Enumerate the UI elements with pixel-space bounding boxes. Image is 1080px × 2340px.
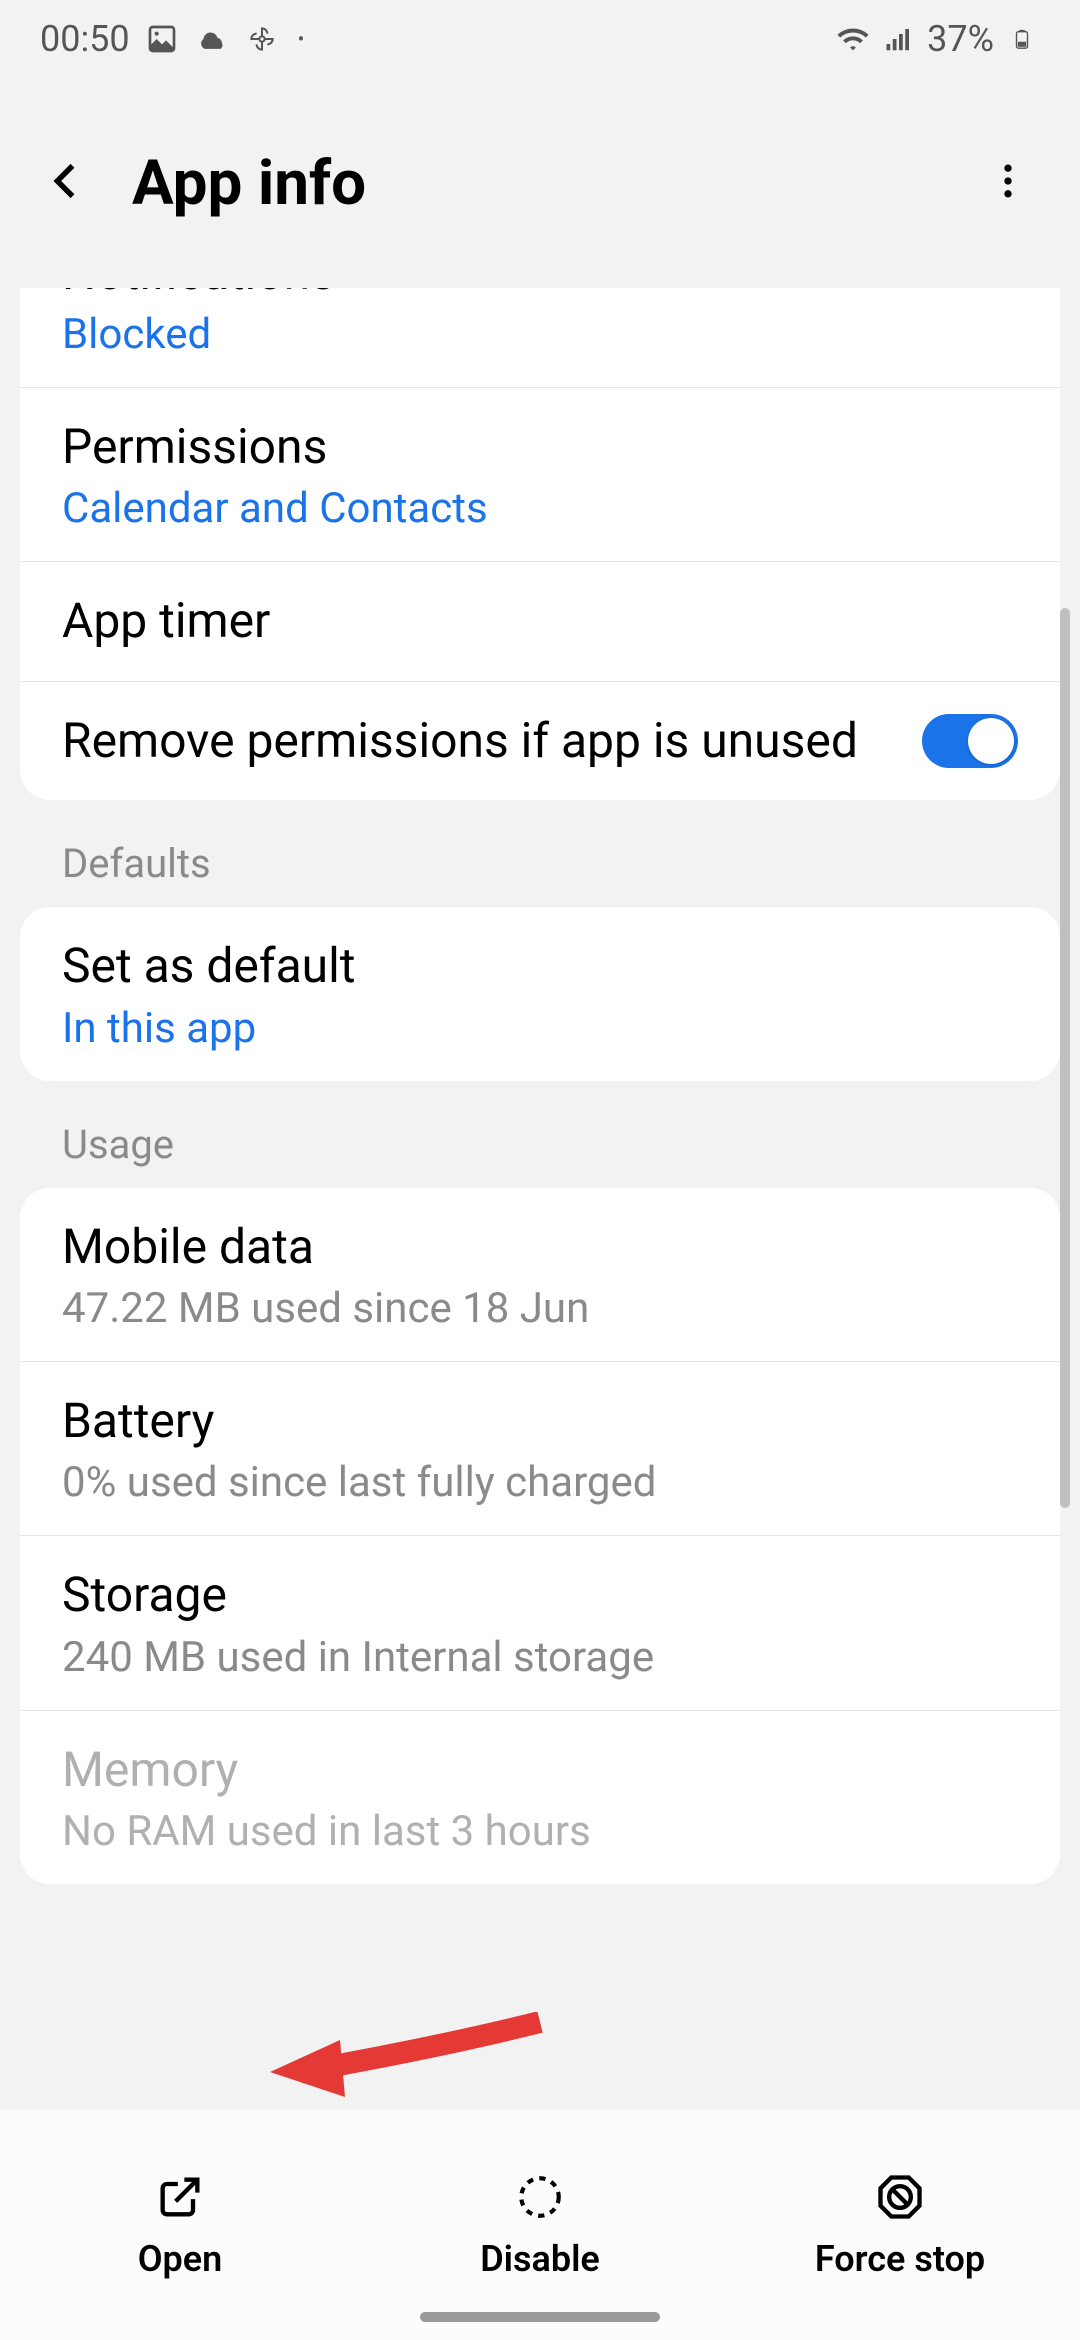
mobile-data-item[interactable]: Mobile data 47.22 MB used since 18 Jun <box>20 1188 1060 1362</box>
mobile-data-title: Mobile data <box>62 1216 1018 1278</box>
storage-sub: 240 MB used in Internal storage <box>62 1633 1018 1682</box>
more-options-button[interactable] <box>986 159 1030 207</box>
storage-item[interactable]: Storage 240 MB used in Internal storage <box>20 1536 1060 1710</box>
signal-icon <box>881 21 917 57</box>
app-header: App info <box>0 78 1080 288</box>
image-icon <box>144 21 180 57</box>
page-title: App info <box>132 147 366 220</box>
notifications-item[interactable]: Notifications Blocked <box>20 288 1060 388</box>
set-as-default-title: Set as default <box>62 935 1018 997</box>
wifi-icon <box>835 21 871 57</box>
disable-label: Disable <box>480 2238 600 2280</box>
battery-title: Battery <box>62 1390 1018 1452</box>
force-stop-label: Force stop <box>815 2238 985 2280</box>
permissions-title: Permissions <box>62 416 1018 478</box>
battery-icon <box>1004 21 1040 57</box>
back-button[interactable] <box>40 155 92 211</box>
force-stop-button[interactable]: Force stop <box>720 2110 1080 2340</box>
dot-icon: • <box>298 27 305 51</box>
bottom-action-bar: Open Disable Force stop <box>0 2110 1080 2340</box>
usage-section-header: Usage <box>0 1081 1080 1188</box>
disable-icon <box>513 2170 567 2224</box>
arrow-annotation <box>260 2012 560 2116</box>
open-label: Open <box>138 2238 223 2280</box>
disable-button[interactable]: Disable <box>360 2110 720 2340</box>
remove-permissions-item[interactable]: Remove permissions if app is unused <box>20 682 1060 800</box>
memory-sub: No RAM used in last 3 hours <box>62 1807 1018 1856</box>
status-bar: 00:50 • 37% <box>0 0 1080 78</box>
remove-permissions-toggle[interactable] <box>922 714 1018 768</box>
notifications-title: Notifications <box>62 288 1018 304</box>
nav-pill[interactable] <box>420 2312 660 2322</box>
set-as-default-item[interactable]: Set as default In this app <box>20 907 1060 1080</box>
memory-item[interactable]: Memory No RAM used in last 3 hours <box>20 1711 1060 1884</box>
memory-title: Memory <box>62 1739 1018 1801</box>
set-as-default-sub: In this app <box>62 1004 1018 1053</box>
status-time: 00:50 <box>40 18 130 60</box>
storage-title: Storage <box>62 1564 1018 1626</box>
scroll-indicator[interactable] <box>1060 608 1070 1508</box>
open-icon <box>153 2170 207 2224</box>
permissions-item[interactable]: Permissions Calendar and Contacts <box>20 388 1060 562</box>
defaults-section-header: Defaults <box>0 800 1080 907</box>
remove-permissions-title: Remove permissions if app is unused <box>62 710 922 772</box>
cloud-icon <box>194 21 230 57</box>
battery-item[interactable]: Battery 0% used since last fully charged <box>20 1362 1060 1536</box>
permissions-sub: Calendar and Contacts <box>62 484 1018 533</box>
app-timer-item[interactable]: App timer <box>20 562 1060 681</box>
battery-percent: 37% <box>927 18 994 60</box>
force-stop-icon <box>873 2170 927 2224</box>
battery-sub: 0% used since last fully charged <box>62 1458 1018 1507</box>
notifications-sub: Blocked <box>62 310 1018 359</box>
app-timer-title: App timer <box>62 590 1018 652</box>
open-button[interactable]: Open <box>0 2110 360 2340</box>
mobile-data-sub: 47.22 MB used since 18 Jun <box>62 1284 1018 1333</box>
pinwheel-icon <box>244 21 280 57</box>
